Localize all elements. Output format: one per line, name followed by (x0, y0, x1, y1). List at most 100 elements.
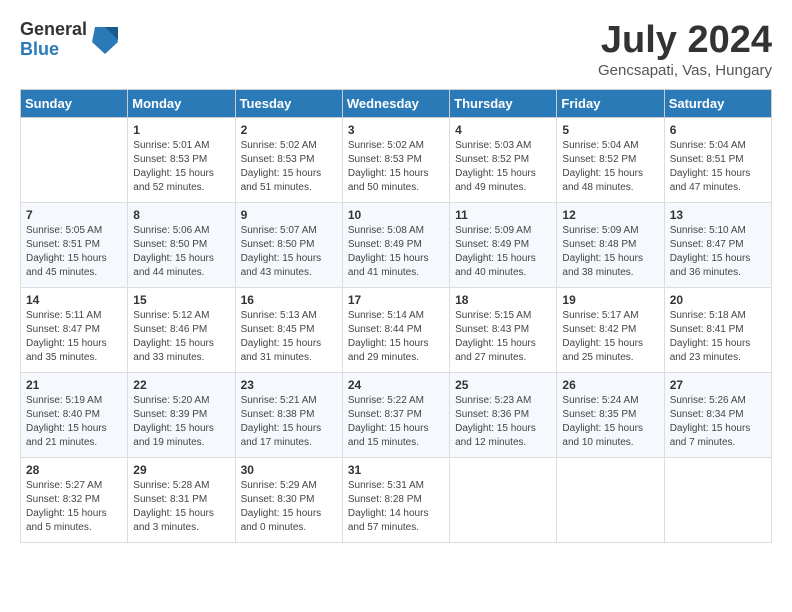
day-number: 11 (455, 208, 551, 222)
cell-info: Sunrise: 5:12 AMSunset: 8:46 PMDaylight:… (133, 309, 229, 365)
day-number: 8 (133, 208, 229, 222)
cell-info: Sunrise: 5:17 AMSunset: 8:42 PMDaylight:… (562, 309, 658, 365)
calendar-cell: 29 Sunrise: 5:28 AMSunset: 8:31 PMDayligh… (128, 457, 235, 542)
month-title: July 2024 (598, 20, 772, 62)
day-number: 23 (241, 378, 337, 392)
day-number: 1 (133, 123, 229, 137)
cell-info: Sunrise: 5:04 AMSunset: 8:51 PMDaylight:… (670, 139, 766, 195)
calendar-cell: 23 Sunrise: 5:21 AMSunset: 8:38 PMDayligh… (235, 372, 342, 457)
calendar-week: 21 Sunrise: 5:19 AMSunset: 8:40 PMDayligh… (21, 372, 772, 457)
cell-info: Sunrise: 5:01 AMSunset: 8:53 PMDaylight:… (133, 139, 229, 195)
calendar-cell: 4Sunrise: 5:03 AMSunset: 8:52 PMDaylight… (450, 117, 557, 202)
day-number: 16 (241, 293, 337, 307)
cell-info: Sunrise: 5:04 AMSunset: 8:52 PMDaylight:… (562, 139, 658, 195)
day-number: 15 (133, 293, 229, 307)
logo-blue: Blue (20, 40, 87, 60)
calendar-cell: 26 Sunrise: 5:24 AMSunset: 8:35 PMDayligh… (557, 372, 664, 457)
logo: General Blue (20, 20, 120, 60)
day-number: 18 (455, 293, 551, 307)
cell-info: Sunrise: 5:22 AMSunset: 8:37 PMDaylight:… (348, 394, 444, 450)
calendar-cell: 21 Sunrise: 5:19 AMSunset: 8:40 PMDayligh… (21, 372, 128, 457)
cell-info: Sunrise: 5:13 AMSunset: 8:45 PMDaylight:… (241, 309, 337, 365)
logo-icon (90, 22, 120, 57)
calendar-week: 1 Sunrise: 5:01 AMSunset: 8:53 PMDaylight… (21, 117, 772, 202)
cell-info: Sunrise: 5:09 AMSunset: 8:48 PMDaylight:… (562, 224, 658, 280)
cell-info: Sunrise: 5:20 AMSunset: 8:39 PMDaylight:… (133, 394, 229, 450)
calendar-cell: 30Sunrise: 5:29 AMSunset: 8:30 PMDayligh… (235, 457, 342, 542)
day-number: 17 (348, 293, 444, 307)
calendar-cell: 3Sunrise: 5:02 AMSunset: 8:53 PMDaylight… (342, 117, 449, 202)
day-number: 21 (26, 378, 122, 392)
day-number: 20 (670, 293, 766, 307)
cell-info: Sunrise: 5:27 AMSunset: 8:32 PMDaylight:… (26, 479, 122, 535)
cell-info: Sunrise: 5:15 AMSunset: 8:43 PMDaylight:… (455, 309, 551, 365)
calendar-cell (21, 117, 128, 202)
cell-info: Sunrise: 5:23 AMSunset: 8:36 PMDaylight:… (455, 394, 551, 450)
day-number: 14 (26, 293, 122, 307)
calendar-cell: 24Sunrise: 5:22 AMSunset: 8:37 PMDayligh… (342, 372, 449, 457)
calendar-cell: 27Sunrise: 5:26 AMSunset: 8:34 PMDayligh… (664, 372, 771, 457)
calendar-cell: 20Sunrise: 5:18 AMSunset: 8:41 PMDayligh… (664, 287, 771, 372)
title-section: July 2024 Gencsapati, Vas, Hungary (598, 20, 772, 79)
cell-info: Sunrise: 5:21 AMSunset: 8:38 PMDaylight:… (241, 394, 337, 450)
calendar-cell (664, 457, 771, 542)
calendar-cell: 28Sunrise: 5:27 AMSunset: 8:32 PMDayligh… (21, 457, 128, 542)
calendar-cell: 12 Sunrise: 5:09 AMSunset: 8:48 PMDayligh… (557, 202, 664, 287)
calendar-cell: 6 Sunrise: 5:04 AMSunset: 8:51 PMDaylight… (664, 117, 771, 202)
day-number: 29 (133, 463, 229, 477)
cell-info: Sunrise: 5:19 AMSunset: 8:40 PMDaylight:… (26, 394, 122, 450)
header-row: SundayMondayTuesdayWednesdayThursdayFrid… (21, 89, 772, 117)
calendar-cell: 19Sunrise: 5:17 AMSunset: 8:42 PMDayligh… (557, 287, 664, 372)
cell-info: Sunrise: 5:03 AMSunset: 8:52 PMDaylight:… (455, 139, 551, 195)
calendar-week: 7 Sunrise: 5:05 AMSunset: 8:51 PMDaylight… (21, 202, 772, 287)
cell-info: Sunrise: 5:14 AMSunset: 8:44 PMDaylight:… (348, 309, 444, 365)
day-number: 30 (241, 463, 337, 477)
calendar-cell: 11 Sunrise: 5:09 AMSunset: 8:49 PMDayligh… (450, 202, 557, 287)
cell-info: Sunrise: 5:24 AMSunset: 8:35 PMDaylight:… (562, 394, 658, 450)
cell-info: Sunrise: 5:02 AMSunset: 8:53 PMDaylight:… (348, 139, 444, 195)
header-day: Friday (557, 89, 664, 117)
calendar-cell: 1 Sunrise: 5:01 AMSunset: 8:53 PMDaylight… (128, 117, 235, 202)
cell-info: Sunrise: 5:11 AMSunset: 8:47 PMDaylight:… (26, 309, 122, 365)
cell-info: Sunrise: 5:28 AMSunset: 8:31 PMDaylight:… (133, 479, 229, 535)
calendar-cell: 22 Sunrise: 5:20 AMSunset: 8:39 PMDayligh… (128, 372, 235, 457)
cell-info: Sunrise: 5:09 AMSunset: 8:49 PMDaylight:… (455, 224, 551, 280)
header-day: Saturday (664, 89, 771, 117)
day-number: 2 (241, 123, 337, 137)
calendar-cell (557, 457, 664, 542)
calendar-week: 28Sunrise: 5:27 AMSunset: 8:32 PMDayligh… (21, 457, 772, 542)
cell-info: Sunrise: 5:08 AMSunset: 8:49 PMDaylight:… (348, 224, 444, 280)
header-day: Sunday (21, 89, 128, 117)
cell-info: Sunrise: 5:26 AMSunset: 8:34 PMDaylight:… (670, 394, 766, 450)
calendar-cell: 31 Sunrise: 5:31 AMSunset: 8:28 PMDayligh… (342, 457, 449, 542)
cell-info: Sunrise: 5:31 AMSunset: 8:28 PMDaylight:… (348, 479, 444, 535)
logo-general: General (20, 20, 87, 40)
cell-info: Sunrise: 5:02 AMSunset: 8:53 PMDaylight:… (241, 139, 337, 195)
cell-info: Sunrise: 5:05 AMSunset: 8:51 PMDaylight:… (26, 224, 122, 280)
calendar-cell: 7 Sunrise: 5:05 AMSunset: 8:51 PMDaylight… (21, 202, 128, 287)
header-day: Thursday (450, 89, 557, 117)
day-number: 31 (348, 463, 444, 477)
calendar-cell: 2 Sunrise: 5:02 AMSunset: 8:53 PMDaylight… (235, 117, 342, 202)
day-number: 9 (241, 208, 337, 222)
day-number: 26 (562, 378, 658, 392)
calendar-cell: 5Sunrise: 5:04 AMSunset: 8:52 PMDaylight… (557, 117, 664, 202)
day-number: 7 (26, 208, 122, 222)
cell-info: Sunrise: 5:06 AMSunset: 8:50 PMDaylight:… (133, 224, 229, 280)
cell-info: Sunrise: 5:10 AMSunset: 8:47 PMDaylight:… (670, 224, 766, 280)
header-day: Tuesday (235, 89, 342, 117)
header-day: Wednesday (342, 89, 449, 117)
calendar-cell: 8 Sunrise: 5:06 AMSunset: 8:50 PMDaylight… (128, 202, 235, 287)
calendar-cell: 14 Sunrise: 5:11 AMSunset: 8:47 PMDayligh… (21, 287, 128, 372)
calendar-cell: 25 Sunrise: 5:23 AMSunset: 8:36 PMDayligh… (450, 372, 557, 457)
day-number: 10 (348, 208, 444, 222)
day-number: 22 (133, 378, 229, 392)
day-number: 6 (670, 123, 766, 137)
calendar-week: 14 Sunrise: 5:11 AMSunset: 8:47 PMDayligh… (21, 287, 772, 372)
location: Gencsapati, Vas, Hungary (598, 62, 772, 79)
calendar-cell: 18 Sunrise: 5:15 AMSunset: 8:43 PMDayligh… (450, 287, 557, 372)
day-number: 25 (455, 378, 551, 392)
calendar-cell: 13Sunrise: 5:10 AMSunset: 8:47 PMDayligh… (664, 202, 771, 287)
calendar-cell: 16 Sunrise: 5:13 AMSunset: 8:45 PMDayligh… (235, 287, 342, 372)
day-number: 12 (562, 208, 658, 222)
